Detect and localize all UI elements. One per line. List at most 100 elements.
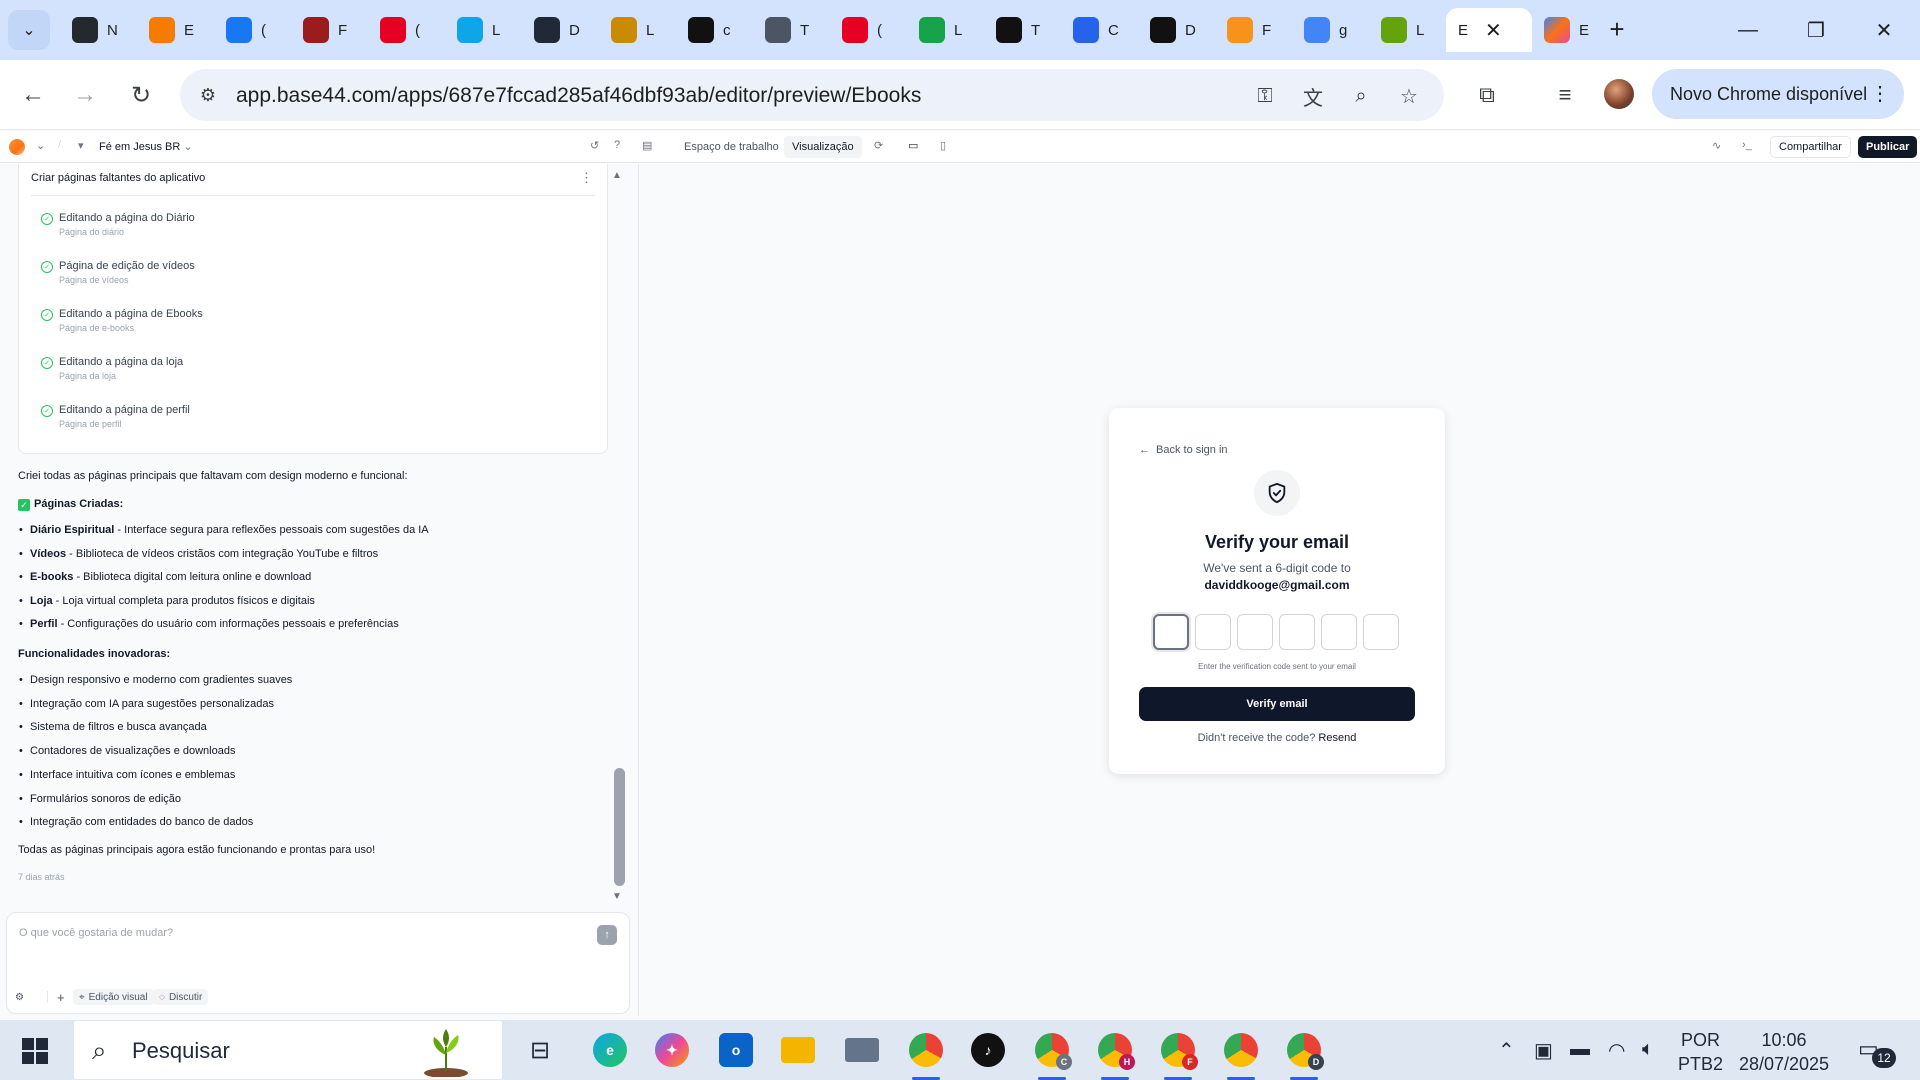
- otp-digit-3[interactable]: [1237, 614, 1273, 650]
- restore-button[interactable]: ❐: [1782, 0, 1850, 60]
- browser-tab[interactable]: L: [445, 8, 522, 52]
- battery-icon[interactable]: ▬: [1570, 1038, 1590, 1061]
- browser-tab[interactable]: F: [291, 8, 368, 52]
- chat-input[interactable]: [19, 923, 579, 943]
- wifi-icon[interactable]: ◠: [1608, 1038, 1625, 1063]
- chrome-update-button[interactable]: Novo Chrome disponível ⋮: [1652, 69, 1904, 119]
- device-app[interactable]: [840, 1028, 884, 1072]
- media-controls-icon[interactable]: ≡: [1548, 78, 1582, 112]
- minimize-button[interactable]: —: [1714, 0, 1782, 60]
- new-tab-button[interactable]: +: [1600, 12, 1634, 46]
- address-bar[interactable]: ⚙ app.base44.com/apps/687e7fccad285af46d…: [180, 69, 1444, 121]
- translate-icon[interactable]: 文: [1298, 81, 1328, 111]
- chevron-up-icon[interactable]: ⌃: [1498, 1038, 1515, 1063]
- notification-count: 12: [1872, 1048, 1896, 1068]
- browser-tab[interactable]: E: [1532, 8, 1609, 52]
- refresh-icon[interactable]: ⟳: [874, 139, 883, 152]
- more-vertical-icon[interactable]: ⋮: [1870, 81, 1890, 106]
- browser-tab[interactable]: F: [1215, 8, 1292, 52]
- close-icon[interactable]: ✕: [1485, 18, 1502, 43]
- browser-tab[interactable]: (: [214, 8, 291, 52]
- terminal-icon[interactable]: ›_: [1742, 139, 1752, 151]
- browser-tab[interactable]: L: [907, 8, 984, 52]
- clock[interactable]: 10:06 28/07/2025: [1732, 1028, 1836, 1076]
- browser-tab[interactable]: L: [599, 8, 676, 52]
- scroll-up-icon[interactable]: ▲: [612, 170, 622, 181]
- activity-icon[interactable]: ∿: [1712, 139, 1721, 152]
- chat-scrollbar[interactable]: [614, 768, 625, 886]
- otp-digit-4[interactable]: [1279, 614, 1315, 650]
- taskbar-search[interactable]: ⌕ Pesquisar: [74, 1021, 502, 1079]
- verify-email-button[interactable]: Verify email: [1139, 687, 1415, 721]
- back-button[interactable]: ←: [12, 74, 54, 116]
- forward-button[interactable]: →: [64, 74, 106, 116]
- browser-tab[interactable]: L: [1369, 8, 1446, 52]
- password-key-icon[interactable]: ⚿: [1250, 81, 1280, 111]
- reload-button[interactable]: ↻: [120, 74, 162, 116]
- history-icon[interactable]: ↺: [590, 139, 599, 152]
- chrome-profile-app[interactable]: C: [1030, 1028, 1074, 1080]
- tab-workspace[interactable]: Espaço de trabalho: [676, 136, 787, 158]
- share-button[interactable]: Compartilhar: [1770, 136, 1851, 158]
- notifications-button[interactable]: ▭ 12: [1858, 1036, 1896, 1068]
- language-indicator[interactable]: POR PTB2: [1678, 1028, 1723, 1076]
- outlook-app[interactable]: o: [714, 1028, 758, 1072]
- discuss-button[interactable]: ◌ Discutir: [153, 989, 209, 1005]
- resend-link[interactable]: Resend: [1318, 732, 1356, 744]
- browser-tab[interactable]: g: [1292, 8, 1369, 52]
- otp-digit-1[interactable]: [1153, 614, 1189, 650]
- send-button[interactable]: ↑: [597, 925, 617, 945]
- scroll-down-icon[interactable]: ▼: [612, 891, 622, 902]
- chevron-down-icon[interactable]: ⌄: [36, 139, 45, 152]
- browser-tab[interactable]: N: [60, 8, 137, 52]
- chrome-app-active[interactable]: [904, 1028, 948, 1080]
- otp-digit-5[interactable]: [1321, 614, 1357, 650]
- publish-button[interactable]: Publicar: [1858, 136, 1918, 158]
- copilot-app[interactable]: ✦: [650, 1028, 694, 1072]
- browser-tab-active[interactable]: E ✕: [1446, 8, 1532, 52]
- site-info-icon[interactable]: ⚙: [194, 81, 222, 109]
- browser-tab[interactable]: c: [676, 8, 753, 52]
- browser-tab[interactable]: (: [830, 8, 907, 52]
- bookmark-star-icon[interactable]: ☆: [1394, 81, 1424, 111]
- app-logo[interactable]: [9, 139, 25, 155]
- zoom-icon[interactable]: ⌕: [1346, 81, 1376, 111]
- browser-tab[interactable]: (: [368, 8, 445, 52]
- volume-icon[interactable]: 🔈︎: [1642, 1038, 1654, 1061]
- tab-search-button[interactable]: ⌄: [8, 10, 50, 50]
- browser-tab[interactable]: T: [984, 8, 1061, 52]
- tiktok-app[interactable]: ♪: [966, 1028, 1010, 1072]
- file-explorer-app[interactable]: [776, 1028, 820, 1072]
- tab-preview[interactable]: Visualização: [784, 136, 862, 158]
- edge-app[interactable]: e: [588, 1028, 632, 1072]
- more-vertical-icon[interactable]: ⋮: [580, 170, 593, 186]
- window-close-button[interactable]: ✕: [1850, 0, 1918, 60]
- chrome-profile-app[interactable]: H: [1093, 1028, 1137, 1080]
- chrome-profile-app[interactable]: [1219, 1028, 1263, 1080]
- otp-digit-2[interactable]: [1195, 614, 1231, 650]
- settings-icon[interactable]: ⚙: [15, 989, 24, 1005]
- chrome-profile-app[interactable]: D: [1282, 1028, 1326, 1080]
- layout-icon[interactable]: ▤: [642, 139, 652, 152]
- browser-tab[interactable]: T: [753, 8, 830, 52]
- project-selector[interactable]: Fé em Jesus BR ⌄: [99, 140, 193, 153]
- windows-start-icon[interactable]: [22, 1038, 48, 1064]
- add-icon[interactable]: +: [57, 989, 65, 1005]
- extensions-icon[interactable]: ⧉: [1470, 78, 1504, 112]
- back-to-sign-in-link[interactable]: ← Back to sign in: [1139, 444, 1228, 456]
- meet-icon[interactable]: ▣: [1534, 1038, 1553, 1063]
- help-icon[interactable]: ?: [614, 139, 620, 151]
- browser-tab[interactable]: E: [137, 8, 214, 52]
- profile-avatar[interactable]: [1604, 79, 1634, 109]
- chrome-profile-app[interactable]: F: [1156, 1028, 1200, 1080]
- browser-tab[interactable]: C: [1061, 8, 1138, 52]
- mobile-view-icon[interactable]: ▯: [940, 139, 946, 152]
- address-url[interactable]: app.base44.com/apps/687e7fccad285af46dbf…: [236, 84, 921, 108]
- otp-digit-6[interactable]: [1363, 614, 1399, 650]
- letter-l-icon: [1381, 17, 1407, 43]
- browser-tab[interactable]: D: [522, 8, 599, 52]
- task-view-button[interactable]: ⊟: [518, 1028, 562, 1072]
- desktop-view-icon[interactable]: ▭: [908, 139, 918, 152]
- browser-tab[interactable]: D: [1138, 8, 1215, 52]
- visual-edit-button[interactable]: ⌖ Edição visual: [73, 989, 154, 1005]
